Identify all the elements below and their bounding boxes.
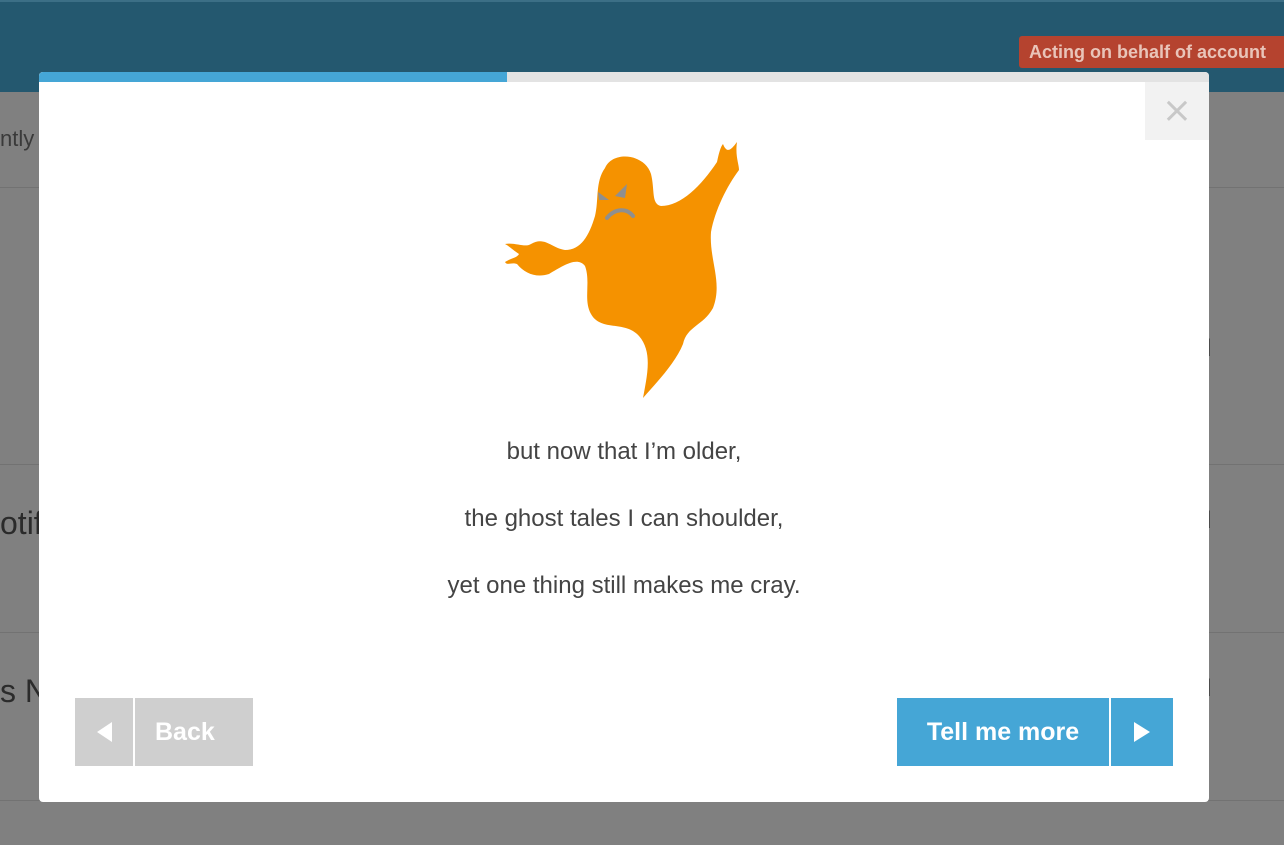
angry-ghost-icon	[505, 142, 739, 398]
tell-me-more-label: Tell me more	[897, 698, 1111, 766]
tell-me-more-button[interactable]: Tell me more	[897, 698, 1173, 766]
progress-bar-fill	[39, 72, 507, 82]
verse-line: yet one thing still makes me cray.	[447, 572, 801, 599]
story-modal: × but now that I’m older, the ghost tale…	[39, 72, 1209, 802]
close-button[interactable]: ×	[1145, 82, 1209, 140]
right-arrow-icon	[1111, 698, 1173, 766]
list-item-text: ntly	[0, 126, 35, 151]
back-button[interactable]: Back	[75, 698, 253, 766]
verse-line: but now that I’m older,	[506, 438, 742, 465]
progress-bar	[39, 72, 1209, 82]
back-button-label: Back	[155, 717, 215, 746]
acting-on-behalf-badge[interactable]: Acting on behalf of account	[1019, 36, 1284, 68]
verse-line: the ghost tales I can shoulder,	[464, 505, 784, 532]
left-arrow-icon	[75, 698, 135, 766]
